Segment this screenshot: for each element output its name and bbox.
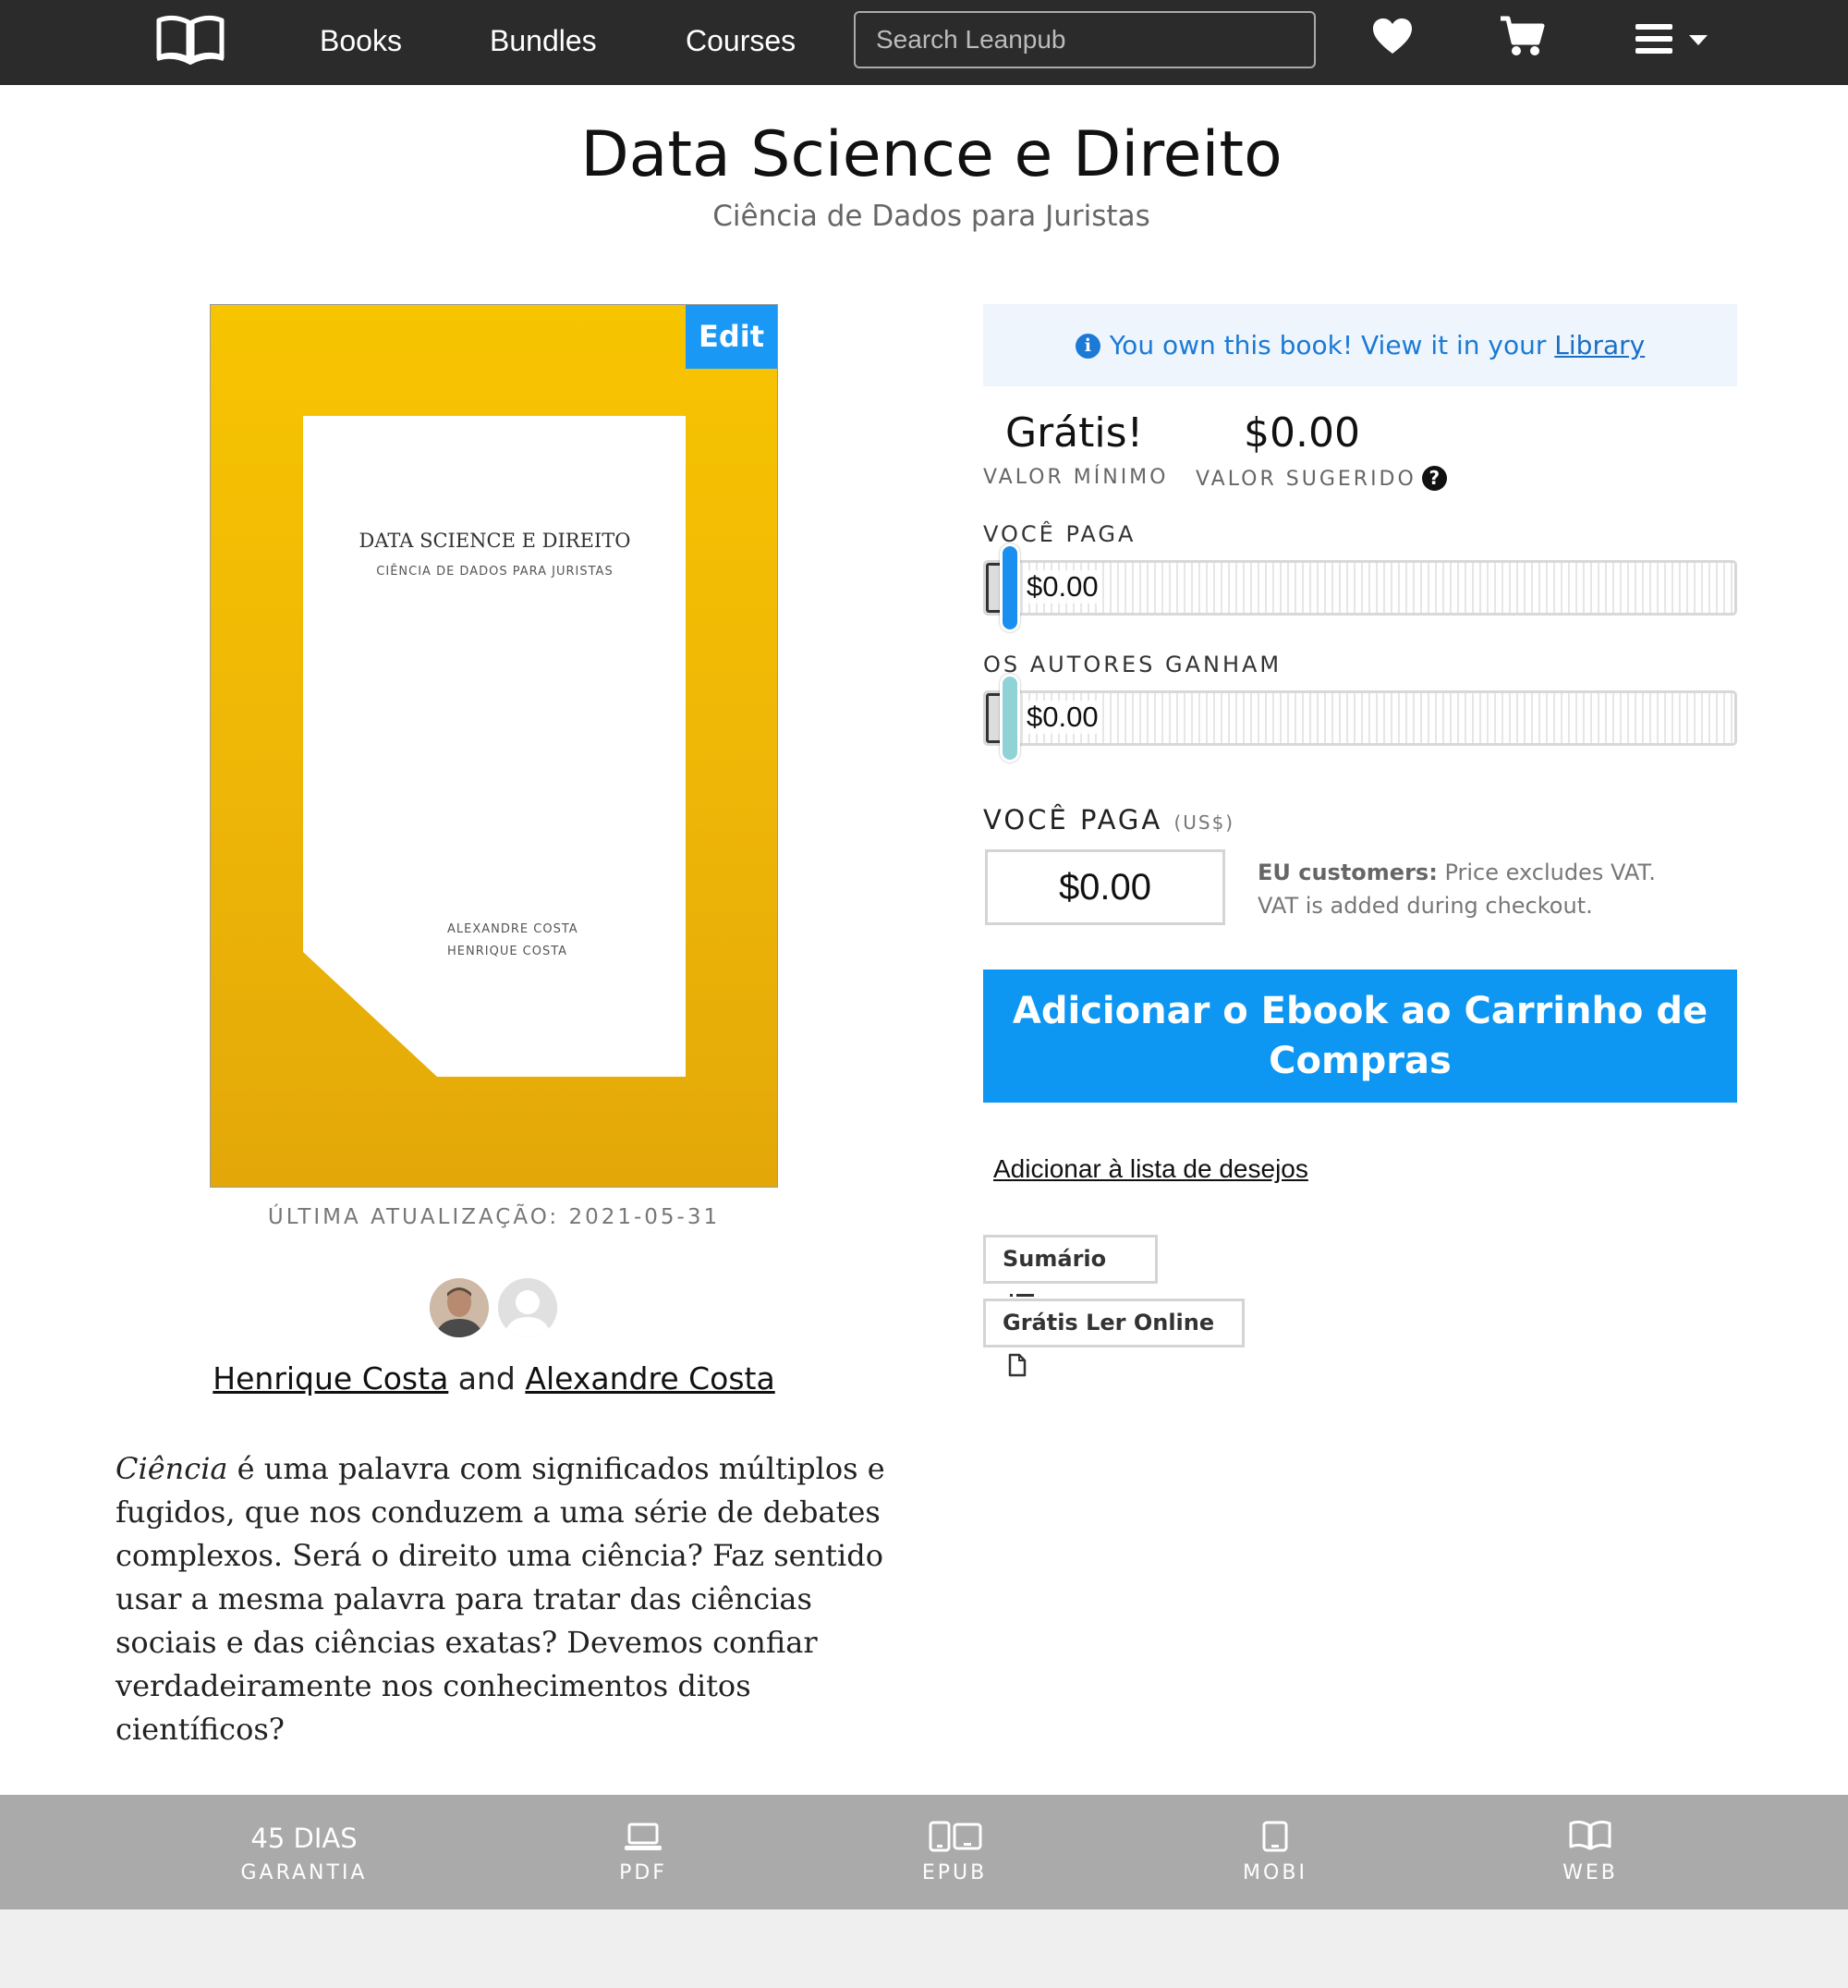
vat-bold: EU customers:	[1258, 860, 1438, 885]
toc-label: Sumário	[1003, 1246, 1107, 1272]
authors-slider[interactable]: $0.00	[983, 690, 1737, 746]
avatar[interactable]	[498, 1278, 557, 1337]
search-input[interactable]	[854, 11, 1316, 68]
default-avatar-icon	[498, 1278, 557, 1337]
authors-slider-label: OS AUTORES GANHAM	[983, 652, 1283, 677]
book-cover[interactable]: DATA SCIENCE E DIREITO CIÊNCIA DE DADOS …	[210, 304, 778, 1188]
cart-icon[interactable]	[1499, 15, 1545, 57]
pay-currency: (US$)	[1173, 811, 1235, 834]
author-link[interactable]: Alexandre Costa	[525, 1360, 774, 1396]
format-label: WEB	[1562, 1861, 1618, 1884]
open-book-icon	[1569, 1820, 1611, 1850]
page-subtitle: Ciência de Dados para Juristas	[712, 200, 1150, 233]
tablets-icon	[929, 1821, 982, 1852]
authors-slider-handle[interactable]	[1000, 674, 1020, 762]
wishlist-link[interactable]: Adicionar à lista de desejos	[993, 1154, 1308, 1184]
nav-books-link[interactable]: Books	[320, 20, 402, 61]
blurb-lead: Ciência	[116, 1451, 228, 1486]
guarantee-label: GARANTIA	[240, 1861, 368, 1884]
suggested-label-text: VALOR SUGERIDO	[1196, 468, 1416, 491]
cover-author: ALEXANDRE COSTA	[447, 922, 578, 936]
cover-subtitle: CIÊNCIA DE DADOS PARA JURISTAS	[376, 565, 614, 579]
read-online-button[interactable]: Grátis Ler Online	[983, 1299, 1245, 1377]
book-logo-icon[interactable]	[155, 13, 225, 65]
toc-button[interactable]: Sumário	[983, 1235, 1158, 1310]
authors-slider-value: $0.00	[1027, 701, 1099, 734]
suggested-price-label: VALOR SUGERIDO?	[1196, 466, 1447, 491]
author-names: Henrique Costa and Alexandre Costa	[0, 1360, 988, 1396]
caret-down-icon[interactable]	[1689, 35, 1708, 46]
book-blurb: Ciência é uma palavra com significados m…	[116, 1447, 892, 1751]
cta-line: Adicionar o Ebook ao Carrinho de	[1012, 990, 1708, 1032]
pay-amount-input[interactable]: $0.00	[985, 849, 1225, 925]
document-icon	[1008, 1353, 1027, 1377]
heart-icon[interactable]	[1371, 17, 1414, 55]
add-to-cart-button[interactable]: Adicionar o Ebook ao Carrinho de Compras	[983, 970, 1737, 1103]
pay-slider-value: $0.00	[1027, 570, 1099, 604]
menu-icon[interactable]	[1635, 22, 1674, 55]
cta-line: Compras	[1269, 1040, 1452, 1082]
nav-bundles-link[interactable]: Bundles	[490, 20, 597, 61]
info-icon: i	[1075, 334, 1100, 359]
format-footer: 45 DIAS GARANTIA PDF EPUB MOBI WEB	[0, 1795, 1848, 1909]
author-link[interactable]: Henrique Costa	[213, 1360, 448, 1396]
vat-text-2: VAT is added during checkout.	[1258, 893, 1593, 919]
pay-label-text: VOCÊ PAGA	[983, 804, 1163, 835]
cover-author: HENRIQUE COSTA	[447, 945, 568, 958]
ereader-icon	[1262, 1821, 1288, 1852]
vat-note: EU customers: Price excludes VAT. VAT is…	[1258, 856, 1701, 922]
format-label: PDF	[619, 1861, 667, 1884]
avatar[interactable]	[430, 1278, 489, 1337]
owned-text: You own this book! View it in your	[1109, 330, 1555, 360]
pay-slider-handle[interactable]	[1000, 543, 1020, 632]
page-title: Data Science e Direito	[580, 118, 1283, 191]
author-joiner: and	[457, 1360, 516, 1396]
min-price: Grátis!	[1005, 409, 1144, 457]
read-online-label: Grátis Ler Online	[1003, 1310, 1215, 1335]
vat-text: Price excludes VAT.	[1437, 860, 1656, 885]
author-photo-icon	[430, 1278, 489, 1337]
pay-label: VOCÊ PAGA (US$)	[983, 804, 1234, 835]
pay-slider[interactable]: $0.00	[983, 560, 1737, 616]
top-nav: Books Bundles Courses	[0, 0, 1848, 85]
blurb-text: é uma palavra com significados múltiplos…	[116, 1451, 885, 1747]
page-bottom-bar	[0, 1909, 1848, 1988]
nav-courses-link[interactable]: Courses	[686, 20, 796, 61]
suggested-price: $0.00	[1244, 409, 1360, 457]
owned-notice: i You own this book! View it in your Libr…	[983, 304, 1737, 386]
cover-title: DATA SCIENCE E DIREITO	[359, 530, 631, 552]
help-icon[interactable]: ?	[1421, 466, 1447, 491]
laptop-icon	[625, 1823, 662, 1850]
edit-cover-button[interactable]: Edit	[686, 305, 777, 369]
cover-page-shape	[303, 416, 686, 1077]
guarantee-days: 45 DIAS	[250, 1823, 358, 1854]
format-label: MOBI	[1243, 1861, 1307, 1884]
min-price-label: VALOR MÍNIMO	[983, 466, 1169, 489]
format-label: EPUB	[921, 1861, 988, 1884]
last-updated: ÚLTIMA ATUALIZAÇÃO: 2021-05-31	[267, 1205, 721, 1229]
library-link[interactable]: Library	[1554, 330, 1645, 360]
